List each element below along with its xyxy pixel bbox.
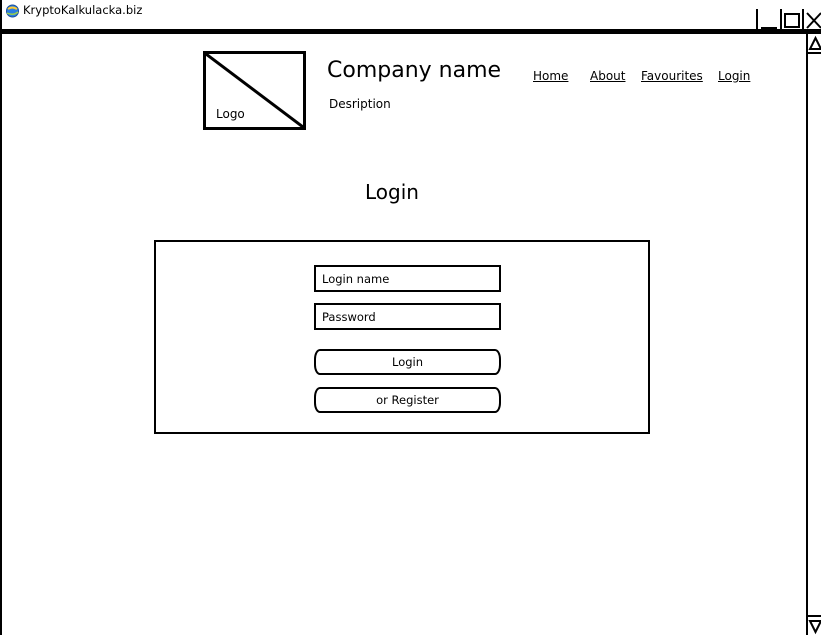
close-button[interactable]: [802, 9, 821, 34]
company-description: Desription: [329, 97, 391, 111]
nav-link-about[interactable]: About: [590, 69, 625, 83]
nav-link-home[interactable]: Home: [533, 69, 568, 83]
company-name: Company name: [327, 58, 502, 83]
maximize-button[interactable]: [780, 9, 802, 34]
login-name-input[interactable]: [314, 265, 501, 292]
window-title: KryptoKalkulacka.biz: [23, 3, 143, 17]
logo-placeholder: Logo: [203, 51, 306, 130]
login-button[interactable]: Login: [314, 349, 501, 375]
maximize-icon: [784, 13, 800, 28]
close-icon: [806, 12, 821, 29]
register-button[interactable]: or Register: [314, 387, 501, 413]
minimize-button[interactable]: [756, 9, 780, 34]
minimize-icon: [761, 27, 777, 29]
arrow-up-icon: [808, 35, 821, 50]
page-title: Login: [365, 180, 419, 204]
arrow-down-icon: [808, 620, 821, 635]
password-input[interactable]: [314, 303, 501, 330]
browser-globe-icon: [5, 3, 20, 18]
vertical-scrollbar[interactable]: [806, 34, 821, 635]
logo-label: Logo: [216, 107, 245, 121]
nav-link-login[interactable]: Login: [718, 69, 750, 83]
scroll-down-button[interactable]: [808, 615, 821, 635]
nav-link-favourites[interactable]: Favourites: [641, 69, 703, 83]
scroll-up-button[interactable]: [808, 34, 821, 54]
title-bar: KryptoKalkulacka.biz: [2, 0, 821, 34]
